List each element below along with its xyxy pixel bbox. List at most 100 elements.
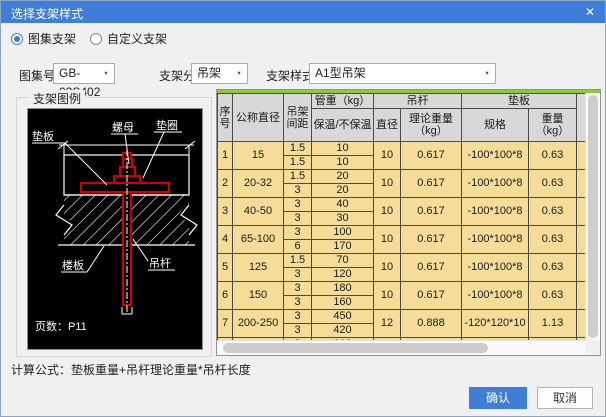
cell-no[interactable]: 1 bbox=[218, 142, 233, 170]
cell-pipe-weight-2[interactable]: 170 bbox=[312, 240, 374, 254]
vertical-scrollbar-thumb[interactable] bbox=[588, 95, 598, 338]
cell-pipe-weight-2[interactable]: 420 bbox=[312, 324, 374, 338]
cell-pipe-weight-1[interactable]: 70 bbox=[312, 254, 374, 268]
cell-spacing-1[interactable]: 1.5 bbox=[284, 142, 312, 156]
cell-spacing-1[interactable]: 3 bbox=[284, 282, 312, 296]
cell-rod-weight[interactable]: 0.888 bbox=[401, 310, 462, 338]
atlas-number-select[interactable]: GB-03S402 ▼ bbox=[53, 63, 115, 84]
cell-spacing-2[interactable]: 3 bbox=[284, 296, 312, 310]
cell-rod-diameter[interactable]: 10 bbox=[374, 170, 401, 198]
cell-rod-diameter[interactable]: 10 bbox=[374, 226, 401, 254]
cell-spacing-1[interactable]: 1.5 bbox=[284, 254, 312, 268]
cell-spacing-1[interactable]: 3 bbox=[284, 310, 312, 324]
horizontal-scrollbar[interactable] bbox=[217, 340, 585, 355]
cell-no[interactable]: 2 bbox=[218, 170, 233, 198]
cell-clipped[interactable] bbox=[577, 142, 586, 170]
cell-plate-weight[interactable]: 0.63 bbox=[529, 282, 577, 310]
cell-plate-spec[interactable]: -120*120*10 bbox=[462, 310, 529, 338]
cell-pipe-weight-1[interactable]: 100 bbox=[312, 226, 374, 240]
cell-pipe-weight-1[interactable]: 10 bbox=[312, 142, 374, 156]
cell-diameter[interactable]: 150 bbox=[233, 282, 284, 310]
support-category-select[interactable]: 吊架 ▼ bbox=[191, 63, 248, 84]
cell-pipe-weight-2[interactable]: 20 bbox=[312, 184, 374, 198]
cell-plate-weight[interactable]: 0.63 bbox=[529, 170, 577, 198]
cell-rod-diameter[interactable]: 10 bbox=[374, 254, 401, 282]
table-row[interactable]: 61503180100.617-100*100*80.63 bbox=[218, 282, 586, 296]
cell-rod-weight[interactable]: 0.617 bbox=[401, 170, 462, 198]
table-row[interactable]: 1151.510100.617-100*100*80.63 bbox=[218, 142, 586, 156]
table-row[interactable]: 340-50340100.617-100*100*80.63 bbox=[218, 198, 586, 212]
cell-spacing-2[interactable]: 3 bbox=[284, 212, 312, 226]
cell-clipped[interactable] bbox=[577, 282, 586, 310]
cell-diameter[interactable]: 20-32 bbox=[233, 170, 284, 198]
cell-rod-diameter[interactable]: 10 bbox=[374, 198, 401, 226]
cell-no[interactable]: 6 bbox=[218, 282, 233, 310]
table-row[interactable]: 7200-2503450120.888-120*120*101.13 bbox=[218, 310, 586, 324]
cell-spacing-1[interactable]: 3 bbox=[284, 198, 312, 212]
cell-rod-diameter[interactable]: 12 bbox=[374, 310, 401, 338]
table-row[interactable]: 220-321.520100.617-100*100*80.63 bbox=[218, 170, 586, 184]
cell-spacing-2[interactable]: 1.5 bbox=[284, 156, 312, 170]
cell-spacing-2[interactable]: 3 bbox=[284, 268, 312, 282]
cell-plate-spec[interactable]: -100*100*8 bbox=[462, 170, 529, 198]
cell-plate-spec[interactable]: -100*100*8 bbox=[462, 198, 529, 226]
cell-spacing-2[interactable]: 3 bbox=[284, 184, 312, 198]
col-header-plate-group: 垫板 bbox=[462, 94, 577, 109]
table-row[interactable]: 51251.570100.617-100*100*80.63 bbox=[218, 254, 586, 268]
vertical-scrollbar[interactable] bbox=[585, 93, 600, 340]
cell-clipped[interactable] bbox=[577, 254, 586, 282]
support-style-select[interactable]: A1型吊架 ▼ bbox=[309, 63, 496, 84]
cell-no[interactable]: 4 bbox=[218, 226, 233, 254]
cell-plate-weight[interactable]: 0.63 bbox=[529, 142, 577, 170]
radio-atlas-support[interactable]: 图集支架 bbox=[11, 30, 76, 47]
cell-rod-weight[interactable]: 0.617 bbox=[401, 198, 462, 226]
cell-pipe-weight-2[interactable]: 10 bbox=[312, 156, 374, 170]
close-icon[interactable]: ✕ bbox=[582, 4, 598, 20]
cell-diameter[interactable]: 15 bbox=[233, 142, 284, 170]
radio-button-icon[interactable] bbox=[90, 33, 102, 45]
cell-spacing-1[interactable]: 1.5 bbox=[284, 170, 312, 184]
cell-clipped[interactable] bbox=[577, 310, 586, 338]
radio-custom-support[interactable]: 自定义支架 bbox=[90, 30, 167, 47]
cell-plate-spec[interactable]: -100*100*8 bbox=[462, 226, 529, 254]
horizontal-scrollbar-thumb[interactable] bbox=[223, 343, 488, 353]
cell-diameter[interactable]: 40-50 bbox=[233, 198, 284, 226]
cell-clipped[interactable] bbox=[577, 226, 586, 254]
cancel-button[interactable]: 取消 bbox=[537, 387, 593, 409]
cell-spacing-2[interactable]: 6 bbox=[284, 240, 312, 254]
cell-plate-weight[interactable]: 0.63 bbox=[529, 254, 577, 282]
table-row[interactable]: 465-1003100100.617-100*100*80.63 bbox=[218, 226, 586, 240]
cell-clipped[interactable] bbox=[577, 170, 586, 198]
cell-spacing-2[interactable]: 3 bbox=[284, 324, 312, 338]
cell-plate-weight[interactable]: 0.63 bbox=[529, 198, 577, 226]
cell-no[interactable]: 5 bbox=[218, 254, 233, 282]
cell-rod-weight[interactable]: 0.617 bbox=[401, 254, 462, 282]
cell-rod-diameter[interactable]: 10 bbox=[374, 142, 401, 170]
cell-diameter[interactable]: 125 bbox=[233, 254, 284, 282]
cell-pipe-weight-2[interactable]: 160 bbox=[312, 296, 374, 310]
cell-pipe-weight-2[interactable]: 30 bbox=[312, 212, 374, 226]
cell-plate-weight[interactable]: 1.13 bbox=[529, 310, 577, 338]
cell-pipe-weight-1[interactable]: 40 bbox=[312, 198, 374, 212]
cell-diameter[interactable]: 200-250 bbox=[233, 310, 284, 338]
cell-plate-spec[interactable]: -100*100*8 bbox=[462, 142, 529, 170]
col-header-spacing: 吊架 间距 bbox=[284, 94, 312, 142]
cell-rod-weight[interactable]: 0.617 bbox=[401, 282, 462, 310]
cell-pipe-weight-2[interactable]: 120 bbox=[312, 268, 374, 282]
cell-plate-spec[interactable]: -100*100*8 bbox=[462, 254, 529, 282]
cell-rod-weight[interactable]: 0.617 bbox=[401, 142, 462, 170]
cell-no[interactable]: 7 bbox=[218, 310, 233, 338]
cell-plate-weight[interactable]: 0.63 bbox=[529, 226, 577, 254]
cell-no[interactable]: 3 bbox=[218, 198, 233, 226]
cell-rod-weight[interactable]: 0.617 bbox=[401, 226, 462, 254]
cell-clipped[interactable] bbox=[577, 198, 586, 226]
cell-pipe-weight-1[interactable]: 450 bbox=[312, 310, 374, 324]
cell-rod-diameter[interactable]: 10 bbox=[374, 282, 401, 310]
cell-pipe-weight-1[interactable]: 20 bbox=[312, 170, 374, 184]
confirm-button[interactable]: 确认 bbox=[469, 387, 527, 409]
cell-plate-spec[interactable]: -100*100*8 bbox=[462, 282, 529, 310]
cell-diameter[interactable]: 65-100 bbox=[233, 226, 284, 254]
cell-spacing-1[interactable]: 3 bbox=[284, 226, 312, 240]
cell-pipe-weight-1[interactable]: 180 bbox=[312, 282, 374, 296]
radio-button-icon[interactable] bbox=[11, 33, 23, 45]
